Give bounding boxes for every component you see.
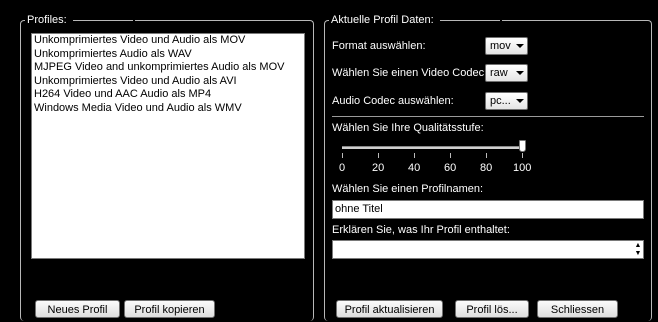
slider-tick xyxy=(486,153,487,158)
list-item[interactable]: H264 Video und AAC Audio als MP4 xyxy=(32,88,304,102)
list-item[interactable]: Windows Media Video und Audio als WMV xyxy=(32,102,304,116)
format-label: Format auswählen: xyxy=(332,40,426,52)
chevron-down-icon xyxy=(516,71,524,75)
format-select[interactable]: mov xyxy=(485,37,528,55)
audio-codec-label: Audio Codec auswählen: xyxy=(332,95,454,107)
list-item[interactable]: Unkomprimiertes Video und Audio als MOV xyxy=(32,34,304,48)
audio-codec-select-value: pc... xyxy=(490,95,511,107)
format-select-value: mov xyxy=(490,40,511,52)
list-item[interactable]: Unkomprimiertes Audio als WAV xyxy=(32,48,304,62)
delete-profile-button[interactable]: Profil lös... xyxy=(455,300,529,318)
slider-tick-label: 0 xyxy=(339,162,346,174)
profiles-title-text: Profiles: xyxy=(27,14,67,26)
close-button[interactable]: Schliessen xyxy=(537,300,618,318)
slider-tick-label: 100 xyxy=(513,162,532,174)
slider-tick xyxy=(414,153,415,158)
new-profile-button[interactable]: Neues Profil xyxy=(35,300,120,318)
current-profile-group-title: Aktuelle Profil Daten: xyxy=(329,14,502,27)
quality-label: Wählen Sie Ihre Qualitätsstufe: xyxy=(332,122,484,134)
description-input[interactable] xyxy=(332,240,644,259)
copy-profile-button[interactable]: Profil kopieren xyxy=(124,300,215,318)
audio-codec-select[interactable]: pc... xyxy=(485,92,528,110)
separator xyxy=(332,116,644,117)
spin-down-icon[interactable]: ▼ xyxy=(633,250,643,257)
profiles-group-title: Profiles: xyxy=(25,14,135,27)
profiles-panel: Profiles: Unkomprimiertes Video und Audi… xyxy=(0,0,322,322)
slider-tick-label: 80 xyxy=(480,162,493,174)
slider-tick-label: 60 xyxy=(444,162,457,174)
slider-tick xyxy=(450,153,451,158)
slider-tick xyxy=(522,153,523,158)
slider-tick xyxy=(342,153,343,158)
list-item[interactable]: MJPEG Video and unkomprimiertes Audio al… xyxy=(32,61,304,75)
list-item[interactable]: Unkomprimiertes Video und Audio als AVI xyxy=(32,75,304,89)
slider-tick xyxy=(378,153,379,158)
profile-name-input[interactable]: ohne Titel xyxy=(332,200,644,219)
slider-tick-label: 20 xyxy=(372,162,385,174)
update-profile-button[interactable]: Profil aktualisieren xyxy=(336,300,443,318)
quality-slider-track[interactable] xyxy=(342,146,522,149)
current-profile-panel: Aktuelle Profil Daten: Format auswählen:… xyxy=(322,0,658,322)
spin-up-icon[interactable]: ▲ xyxy=(633,242,643,249)
quality-slider-thumb[interactable] xyxy=(519,140,526,152)
description-label: Erklären Sie, was Ihr Profil enthaltet: xyxy=(332,224,510,236)
chevron-down-icon xyxy=(516,44,524,48)
chevron-down-icon xyxy=(516,99,524,103)
video-codec-select-value: raw xyxy=(490,67,508,79)
profile-name-label: Wählen Sie einen Profilnamen: xyxy=(332,183,484,195)
video-codec-label: Wählen Sie einen Video Codec: xyxy=(332,67,488,79)
current-profile-title-text: Aktuelle Profil Daten: xyxy=(331,14,434,26)
video-codec-select[interactable]: raw xyxy=(485,64,528,82)
slider-tick-label: 40 xyxy=(408,162,421,174)
profiles-list[interactable]: Unkomprimiertes Video und Audio als MOV … xyxy=(31,33,305,259)
